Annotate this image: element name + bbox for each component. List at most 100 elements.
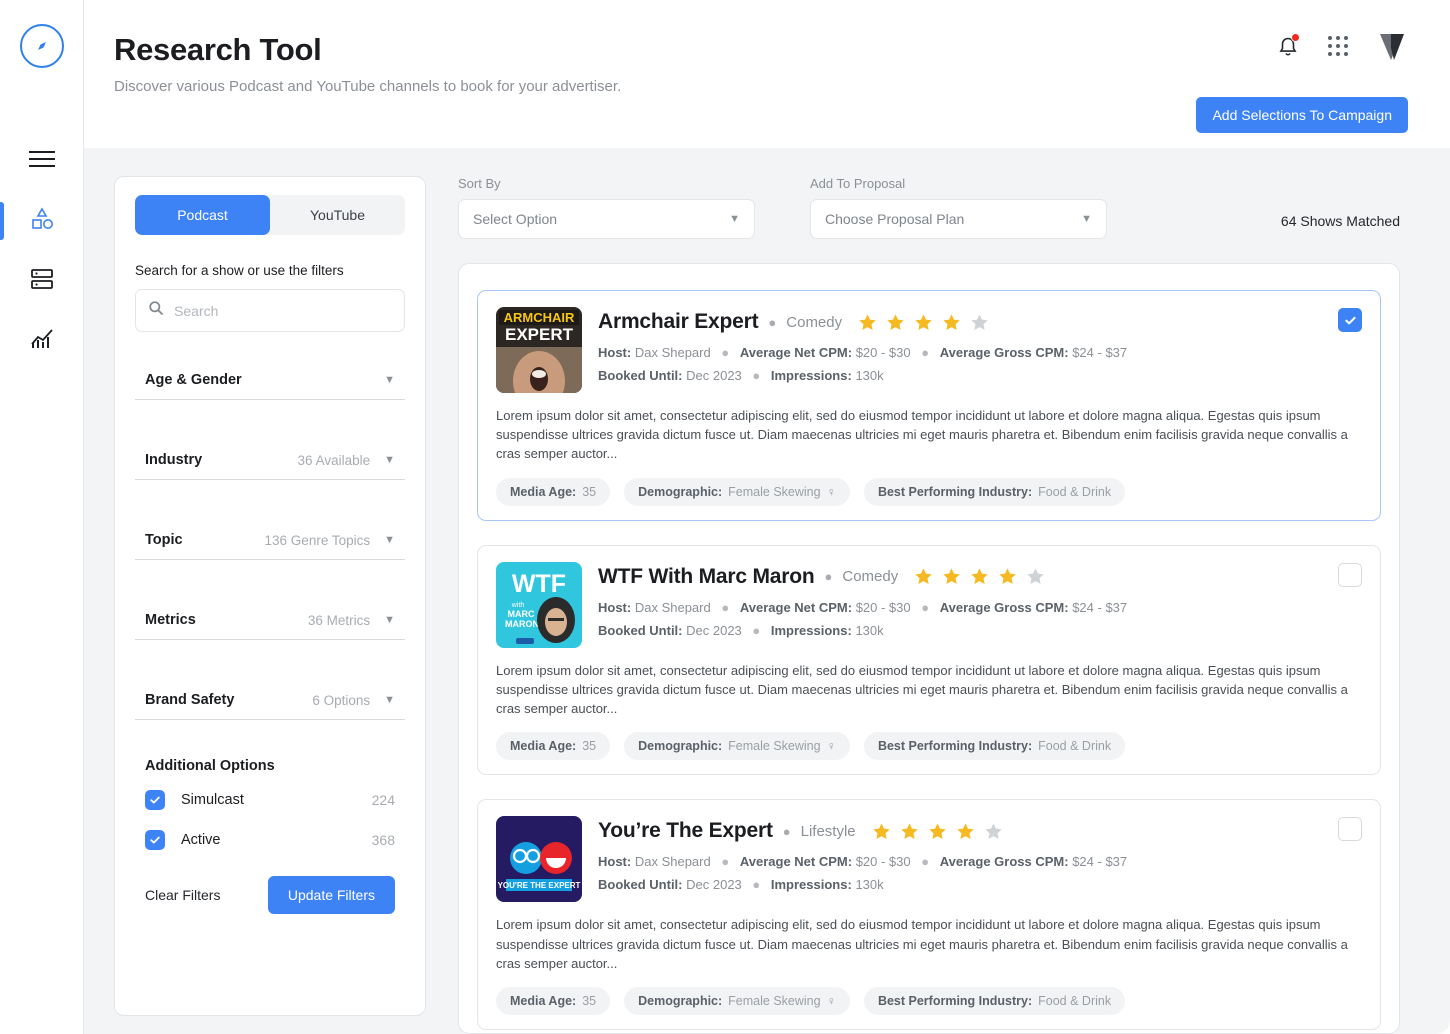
content-body: Podcast YouTube Search for a show or use… — [84, 148, 1450, 1034]
show-genre: Comedy — [842, 568, 899, 586]
bell-icon[interactable] — [1278, 33, 1300, 57]
checkbox-checked-icon[interactable] — [145, 830, 165, 850]
female-gender-icon: ♀ — [826, 484, 836, 499]
shows-matched-count: 64 Shows Matched — [1280, 213, 1400, 229]
filter-count: 36 Available — [297, 452, 371, 468]
sort-by-group: Sort By Select Option ▼ — [458, 176, 755, 239]
brand-v-logo[interactable] — [1378, 30, 1408, 62]
show-genre: Lifestyle — [800, 822, 856, 840]
separator-dot: ● — [782, 823, 791, 839]
show-description: Lorem ipsum dolor sit amet, consectetur … — [496, 408, 1348, 462]
tag-label: Demographic: — [638, 994, 723, 1009]
chevron-down-icon: ▼ — [384, 373, 395, 386]
booked-value: Dec 2023 — [686, 368, 742, 383]
update-filters-button[interactable]: Update Filters — [267, 876, 395, 914]
show-title: Armchair Expert — [598, 310, 759, 333]
star-icon — [971, 313, 988, 330]
option-count: 224 — [371, 792, 395, 808]
app-grid-icon[interactable] — [1328, 36, 1348, 56]
filter-topic[interactable]: Topic 136 Genre Topics ▼ — [135, 518, 405, 560]
host-label: Host: — [598, 345, 632, 360]
filter-brand-safety[interactable]: Brand Safety 6 Options ▼ — [135, 678, 405, 720]
show-genre: Comedy — [786, 313, 843, 331]
search-box[interactable] — [135, 289, 405, 332]
host-label: Host: — [598, 854, 632, 870]
svg-text:YOU'RE THE EXPERT: YOU'RE THE EXPERT — [498, 881, 581, 890]
separator-dot: ● — [721, 345, 730, 360]
tag-label: Best Performing Industry: — [877, 484, 1033, 499]
add-selections-to-campaign-button[interactable]: Add Selections To Campaign — [1196, 97, 1408, 133]
option-simulcast[interactable]: Simulcast 224 — [145, 790, 395, 810]
star-icon — [915, 568, 932, 585]
show-card[interactable]: YOU'RE THE EXPERT You’re The Expert ● Li… — [477, 799, 1381, 1031]
show-select-checkbox[interactable] — [1338, 308, 1362, 332]
tag-best-industry: Best Performing Industry: Food & Drink — [863, 732, 1126, 761]
page-title: Research Tool — [114, 32, 322, 67]
star-icon — [887, 313, 904, 330]
sidebar-item-menu[interactable] — [0, 134, 84, 188]
separator-dot: ● — [921, 599, 930, 615]
booked-label: Booked Until: — [598, 877, 683, 893]
sort-by-select[interactable]: Select Option ▼ — [458, 199, 755, 239]
sidebar-item-research[interactable] — [0, 194, 84, 248]
tab-podcast[interactable]: Podcast — [135, 195, 270, 235]
clear-filters-button[interactable]: Clear Filters — [145, 887, 220, 903]
separator-dot: ● — [921, 345, 930, 360]
sidebar-item-inventory[interactable] — [0, 254, 84, 308]
gross-cpm-value: $24 - $37 — [1072, 345, 1128, 360]
booked-value: Dec 2023 — [686, 622, 742, 638]
impressions-label: Impressions: — [770, 622, 852, 638]
show-card[interactable]: ARMCHAIR EXPERT Armchair Expert ● Comedy — [477, 290, 1381, 521]
source-type-toggle: Podcast YouTube — [135, 195, 405, 235]
filter-name: Topic — [145, 532, 183, 548]
tab-youtube[interactable]: YouTube — [270, 195, 405, 235]
show-meta-primary: Host: Dax Shepard ● Average Net CPM: $20… — [598, 854, 1362, 869]
show-artwork: ARMCHAIR EXPERT — [496, 307, 582, 393]
tag-label: Best Performing Industry: — [877, 739, 1033, 754]
show-description: Lorem ipsum dolor sit amet, consectetur … — [496, 662, 1348, 717]
separator-dot: ● — [752, 622, 761, 638]
star-icon — [1027, 568, 1044, 585]
host-value: Dax Shepard — [634, 599, 711, 615]
show-select-checkbox[interactable] — [1338, 562, 1362, 587]
proposal-plan-select[interactable]: Choose Proposal Plan ▼ — [810, 199, 1107, 239]
gross-cpm-label: Average Gross CPM: — [939, 345, 1069, 360]
filter-metrics[interactable]: Metrics 36 Metrics ▼ — [135, 598, 405, 640]
svg-text:WTF: WTF — [512, 570, 566, 598]
filter-industry[interactable]: Industry 36 Available ▼ — [135, 438, 405, 480]
tag-label: Best Performing Industry: — [877, 994, 1033, 1009]
sidebar-item-analytics[interactable] — [0, 314, 84, 368]
separator-dot: ● — [921, 854, 930, 870]
booked-label: Booked Until: — [598, 622, 683, 638]
impressions-label: Impressions: — [770, 877, 852, 893]
net-cpm-label: Average Net CPM: — [739, 599, 853, 615]
show-select-checkbox[interactable] — [1338, 817, 1362, 842]
filter-actions: Clear Filters Update Filters — [145, 876, 395, 914]
compass-logo-icon[interactable] — [19, 24, 64, 68]
filter-name: Industry — [145, 452, 203, 468]
svg-text:ARMCHAIR: ARMCHAIR — [504, 310, 575, 325]
chevron-down-icon: ▼ — [384, 453, 395, 466]
tag-demographic: Demographic: Female Skewing ♀ — [624, 987, 850, 1016]
filter-age-gender[interactable]: Age & Gender ▼ — [135, 358, 405, 400]
tag-label: Demographic: — [638, 739, 723, 754]
hamburger-menu-icon — [28, 150, 55, 173]
show-card[interactable]: WTF with MARC MARON WTF With Marc Maron … — [477, 544, 1381, 776]
star-icon — [943, 568, 960, 585]
checkbox-checked-icon[interactable] — [145, 790, 165, 810]
option-active[interactable]: Active 368 — [145, 830, 395, 850]
tag-label: Demographic: — [638, 484, 723, 499]
show-tags: Media Age: 35 Demographic: Female Skewin… — [496, 477, 1362, 506]
header-actions — [1278, 30, 1408, 62]
impressions-value: 130k — [855, 368, 884, 383]
net-cpm-value: $20 - $30 — [855, 599, 911, 615]
results-controls: Sort By Select Option ▼ Add To Proposal … — [458, 176, 1400, 239]
net-cpm-value: $20 - $30 — [855, 854, 911, 870]
chart-growth-icon — [29, 326, 55, 357]
female-gender-icon: ♀ — [826, 994, 836, 1009]
search-input[interactable] — [174, 302, 392, 319]
gross-cpm-label: Average Gross CPM: — [939, 599, 1069, 615]
chevron-down-icon: ▼ — [384, 693, 395, 706]
star-icon — [999, 568, 1016, 585]
chevron-down-icon: ▼ — [1081, 213, 1092, 225]
